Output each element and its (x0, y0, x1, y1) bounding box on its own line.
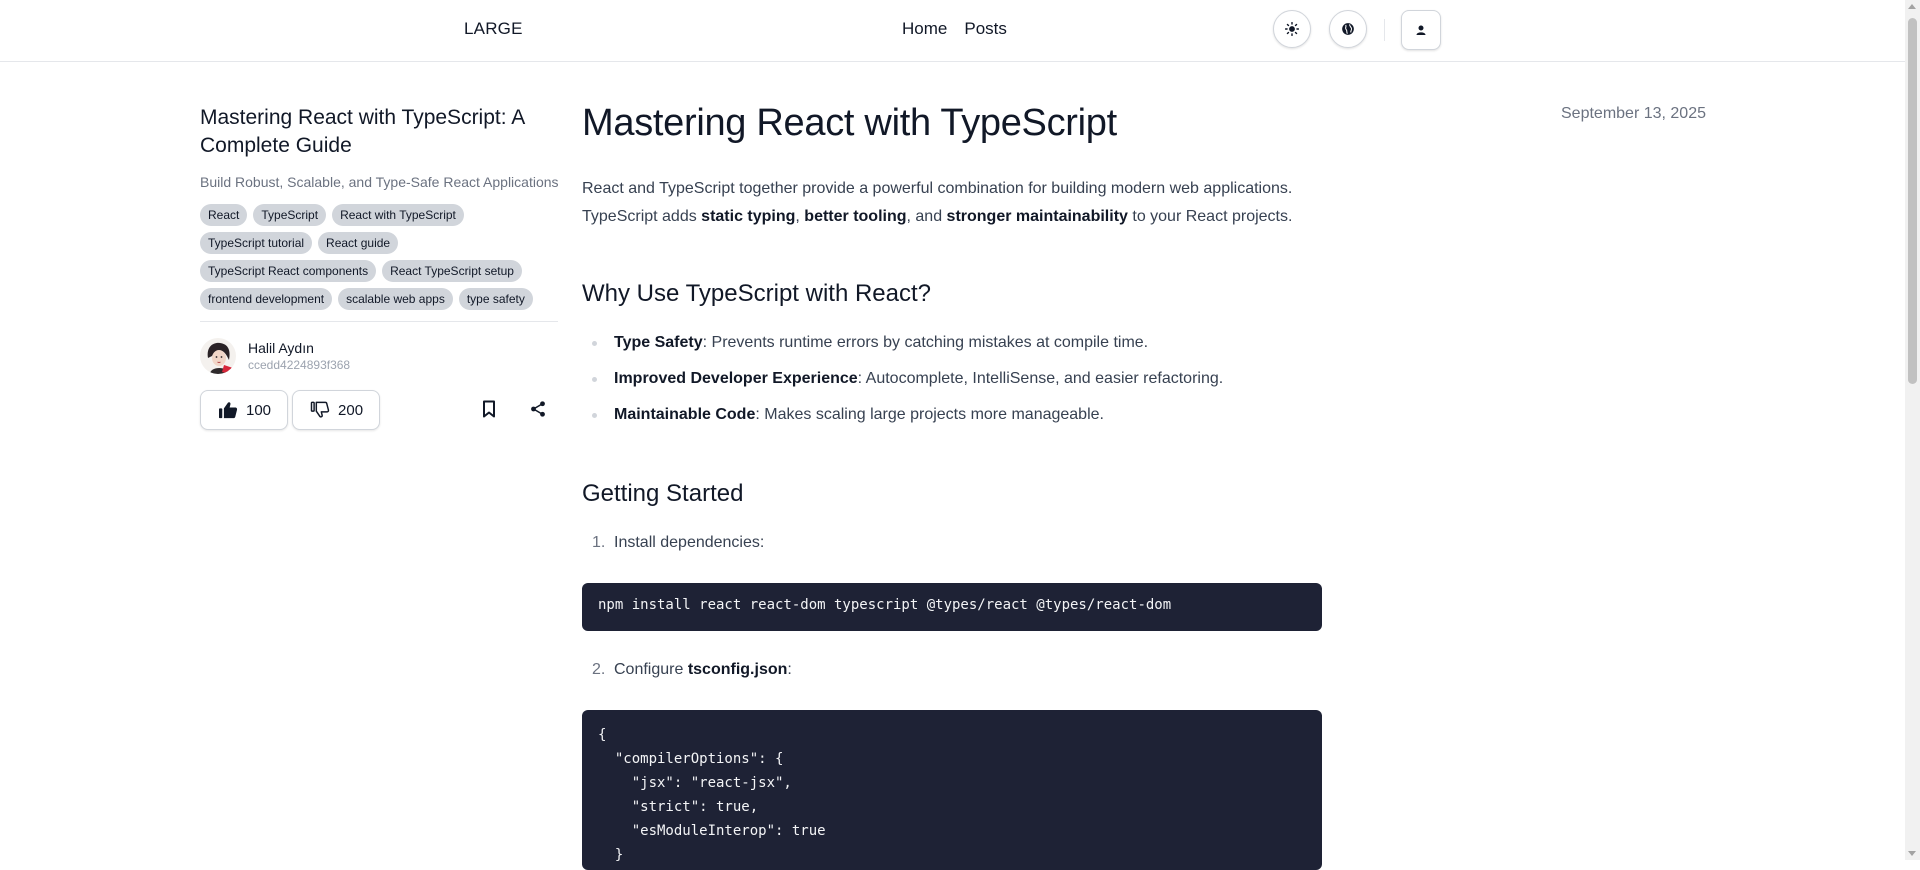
dislike-button[interactable]: 200 (292, 390, 381, 430)
thumbs-down-icon (310, 401, 330, 418)
post-sidebar: Mastering React with TypeScript: A Compl… (200, 104, 560, 430)
main-nav: Home Posts (902, 19, 1007, 39)
list-item: 2. Configure tsconfig.json: (592, 661, 792, 678)
tag[interactable]: React TypeScript setup (382, 260, 522, 282)
article-content: Mastering React with TypeScript React an… (582, 100, 1322, 870)
list-item: Improved Developer Experience: Autocompl… (582, 367, 1322, 391)
top-navbar: LARGE Home Posts (0, 0, 1905, 62)
tag[interactable]: TypeScript React components (200, 260, 377, 282)
sidebar-divider (200, 321, 558, 322)
avatar-illustration-icon (200, 338, 236, 374)
tag[interactable]: scalable web apps (338, 288, 453, 310)
header-divider (1384, 19, 1385, 41)
globe-icon (1342, 23, 1354, 35)
post-actions: 100 200 (200, 390, 560, 430)
scrollbar-thumb[interactable] (1908, 18, 1917, 384)
code-block-install[interactable]: npm install react react-dom typescript @… (582, 583, 1322, 631)
sun-icon (1285, 22, 1299, 36)
author-id: ccedd4224893f368 (248, 358, 351, 372)
like-button[interactable]: 100 (200, 390, 289, 430)
list-item: 1. Install dependencies: (592, 534, 765, 551)
user-icon (1416, 25, 1426, 35)
benefits-list: Type Safety: Prevents runtime errors by … (582, 331, 1322, 427)
dislike-count: 200 (338, 401, 364, 419)
sidebar-post-title: Mastering React with TypeScript: A Compl… (200, 106, 525, 157)
nav-posts-link[interactable]: Posts (964, 19, 1007, 39)
language-button[interactable] (1329, 10, 1367, 48)
thumbs-up-icon (219, 402, 238, 419)
bookmark-icon (483, 400, 495, 418)
article-title: Mastering React with TypeScript (582, 102, 1117, 144)
scroll-down-arrow-icon[interactable] (1908, 851, 1916, 856)
sidebar-post-subtitle: Build Robust, Scalable, and Type-Safe Re… (200, 174, 559, 190)
bookmark-button[interactable] (482, 400, 496, 423)
tag[interactable]: frontend development (200, 288, 333, 310)
code-block-tsconfig[interactable]: { "compilerOptions": { "jsx": "react-jsx… (582, 710, 1322, 870)
author-card[interactable]: Halil Aydın ccedd4224893f368 (200, 336, 560, 376)
author-avatar[interactable] (200, 338, 236, 374)
share-button[interactable] (529, 400, 547, 423)
page-scrollbar[interactable] (1905, 0, 1920, 860)
tag[interactable]: React with TypeScript (332, 204, 464, 226)
tag[interactable]: React (200, 204, 248, 226)
theme-toggle-button[interactable] (1273, 10, 1311, 48)
tag[interactable]: TypeScript (253, 204, 327, 226)
article-intro: React and TypeScript together provide a … (582, 180, 1293, 225)
list-item: Maintainable Code: Makes scaling large p… (582, 403, 1322, 427)
post-date: September 13, 2025 (1561, 105, 1706, 122)
brand-logo[interactable]: LARGE (464, 19, 523, 39)
tag[interactable]: type safety (458, 288, 533, 310)
nav-home-link[interactable]: Home (902, 19, 947, 39)
like-count: 100 (246, 401, 272, 419)
tag[interactable]: React guide (318, 232, 399, 254)
section-heading-why: Why Use TypeScript with React? (582, 280, 932, 307)
section-heading-getting-started: Getting Started (582, 480, 744, 507)
tag[interactable]: TypeScript tutorial (200, 232, 313, 254)
scroll-up-arrow-icon[interactable] (1908, 4, 1916, 9)
author-name[interactable]: Halil Aydın (248, 340, 350, 356)
share-icon (531, 401, 545, 417)
tag-list: React TypeScript React with TypeScript T… (200, 204, 560, 310)
user-menu-button[interactable] (1401, 10, 1441, 50)
list-item: Type Safety: Prevents runtime errors by … (582, 331, 1322, 355)
